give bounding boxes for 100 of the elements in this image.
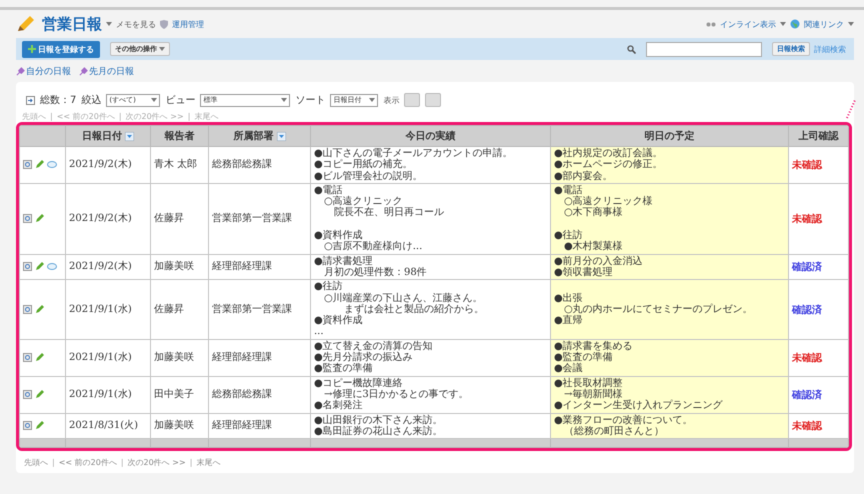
view-icon[interactable] bbox=[23, 262, 32, 272]
date-cell-text: 2021/9/2(木) bbox=[69, 159, 133, 171]
comment-icon[interactable] bbox=[47, 263, 57, 270]
advanced-search-link[interactable]: 詳細検索 bbox=[814, 44, 846, 54]
app-title: 営業日報 bbox=[42, 14, 102, 34]
tomorrow-plan-line: ●直帰 bbox=[554, 315, 584, 326]
tomorrow-plan-line: ●部内宴会。 bbox=[554, 170, 614, 182]
today-results-line: ●電話 bbox=[314, 184, 343, 196]
pager-link[interactable]: 先頭へ bbox=[24, 456, 48, 468]
today-results-line: ●島田証券の花山さん来訪。 bbox=[314, 426, 444, 438]
sort-dropdown-icon[interactable] bbox=[276, 132, 286, 140]
pencil-icon[interactable] bbox=[35, 305, 44, 314]
department-cell-text: 総務部総務課 bbox=[212, 388, 273, 400]
view-icon[interactable] bbox=[23, 160, 32, 170]
search-icon bbox=[627, 44, 636, 54]
favorite-link[interactable]: 先月の日報 bbox=[79, 64, 134, 78]
sort-dropdown-icon[interactable] bbox=[125, 132, 134, 140]
filter-label: 絞込 bbox=[81, 94, 102, 107]
department-cell-text: 営業部第一営業課 bbox=[212, 304, 293, 316]
today-results-line: ●資料作成 bbox=[314, 230, 363, 242]
today-results-line: ●ビル管理会社の説明。 bbox=[314, 170, 424, 182]
admin-link[interactable]: 運用管理 bbox=[172, 18, 204, 30]
caret-icon bbox=[780, 22, 786, 26]
caret-icon bbox=[369, 98, 376, 102]
pager-link[interactable]: 末尾へ bbox=[196, 456, 220, 468]
related-links[interactable]: 関連リンク bbox=[804, 18, 844, 30]
view-icon[interactable] bbox=[23, 390, 32, 400]
inline-view-link[interactable]: インライン表示 bbox=[720, 18, 776, 30]
pager-separator: | bbox=[50, 112, 53, 120]
tomorrow-plan-line: ○丸の内ホールにてセミナーのプレゼン。 bbox=[564, 304, 754, 315]
view-icon[interactable] bbox=[23, 421, 32, 430]
date-cell-text: 2021/9/1(水) bbox=[69, 352, 133, 364]
caret-icon bbox=[106, 22, 112, 26]
grid-view-button[interactable] bbox=[404, 93, 420, 107]
pin-icon bbox=[79, 66, 88, 76]
pager-separator: | bbox=[118, 112, 122, 120]
tomorrow-plan-line: ●業務フローの改善について。 bbox=[554, 414, 694, 426]
approval-status: 確認済 bbox=[792, 304, 822, 316]
caret-icon bbox=[848, 22, 854, 26]
column-header: 今日の実績 bbox=[310, 126, 550, 146]
reporter-cell-text: 加藤美咲 bbox=[154, 261, 195, 273]
comment-icon[interactable] bbox=[47, 161, 57, 168]
tomorrow-plan-line: ●前月分の入金消込 bbox=[554, 256, 644, 267]
tomorrow-plan-line: ●請求書を集める bbox=[554, 340, 634, 352]
today-results-line: まずは会社と製品の紹介から。 bbox=[344, 304, 485, 315]
pencil-icon[interactable] bbox=[35, 390, 44, 400]
today-results-line: ○吉原不動産様向け... bbox=[323, 241, 424, 253]
pager-link[interactable]: 次の20件へ >> bbox=[128, 456, 186, 468]
pencil-icon[interactable] bbox=[35, 421, 44, 430]
view-icon[interactable] bbox=[23, 214, 32, 224]
column-header: 報告者 bbox=[150, 126, 208, 146]
tomorrow-plan-line: ●電話 bbox=[554, 184, 583, 196]
approval-status: 未確認 bbox=[792, 352, 822, 364]
plus-icon bbox=[28, 45, 36, 53]
approval-status: 未確認 bbox=[792, 214, 822, 225]
pencil-icon[interactable] bbox=[35, 214, 44, 224]
tomorrow-plan-line: ●インターン生受け入れプランニング bbox=[554, 400, 724, 412]
sort-label: ソート bbox=[295, 94, 326, 107]
today-results-line: ●請求書処理 bbox=[314, 256, 374, 267]
search-field[interactable] bbox=[646, 42, 762, 56]
department-cell-text: 経理部経理課 bbox=[212, 352, 273, 364]
memo-link[interactable]: メモを見る bbox=[116, 18, 156, 30]
pager-separator: | bbox=[188, 112, 190, 120]
department-cell-text: 経理部経理課 bbox=[212, 261, 273, 273]
view-icon[interactable] bbox=[23, 353, 32, 362]
today-results-line: ●山下さんの電子メールアカウントの申請。 bbox=[314, 148, 514, 159]
department-cell-text: 経理部経理課 bbox=[212, 420, 273, 432]
register-report-button[interactable]: 日報を登録する bbox=[22, 40, 100, 58]
reporter-cell-text: 加藤美咲 bbox=[154, 352, 195, 364]
pencil-icon[interactable] bbox=[35, 353, 44, 362]
tomorrow-plan-line: ●領収書処理 bbox=[554, 266, 614, 278]
tomorrow-plan-line: ●出張 bbox=[554, 292, 583, 304]
today-results-line: ●資料作成 bbox=[314, 315, 364, 326]
tomorrow-plan-line: ●社長取材調整 bbox=[554, 378, 624, 389]
reporter-cell-text: 田中美子 bbox=[154, 388, 195, 400]
shield-icon bbox=[160, 20, 168, 28]
caret-icon bbox=[281, 98, 288, 102]
favorite-link[interactable]: 自分の日報 bbox=[16, 64, 71, 78]
tomorrow-plan-line: （総務の町田さんと） bbox=[563, 426, 665, 438]
display-label: 表示 bbox=[383, 94, 400, 106]
tomorrow-plan-line: ●会議 bbox=[554, 363, 584, 375]
view-label: ビュー bbox=[165, 94, 196, 107]
approval-status: 確認済 bbox=[792, 262, 822, 273]
approval-status: 未確認 bbox=[792, 160, 822, 171]
today-results-line: ○高遠クリニック bbox=[323, 196, 403, 208]
pager-link[interactable]: << 前の20件へ bbox=[58, 456, 117, 468]
column-header: 明日の予定 bbox=[550, 126, 788, 146]
collapse-icon[interactable] bbox=[26, 96, 35, 104]
column-header: 上司確認 bbox=[788, 126, 848, 146]
tomorrow-plan-line: →毎朝新聞様 bbox=[564, 388, 622, 400]
tomorrow-plan-line: ○木下商事様 bbox=[563, 207, 624, 219]
today-results-line: ●先月分請求の振込み bbox=[314, 352, 414, 364]
view-icon[interactable] bbox=[23, 305, 32, 314]
pencil-icon[interactable] bbox=[35, 262, 44, 272]
today-results-line: ●コピー機故障連絡 bbox=[314, 378, 404, 389]
today-results-line: ●コピー用紙の補充。 bbox=[314, 159, 414, 170]
caret-icon bbox=[151, 98, 158, 102]
pencil-icon[interactable] bbox=[35, 160, 44, 170]
list-view-button[interactable] bbox=[425, 93, 442, 107]
tomorrow-plan-line: ●社内規定の改訂会議。 bbox=[554, 148, 664, 159]
